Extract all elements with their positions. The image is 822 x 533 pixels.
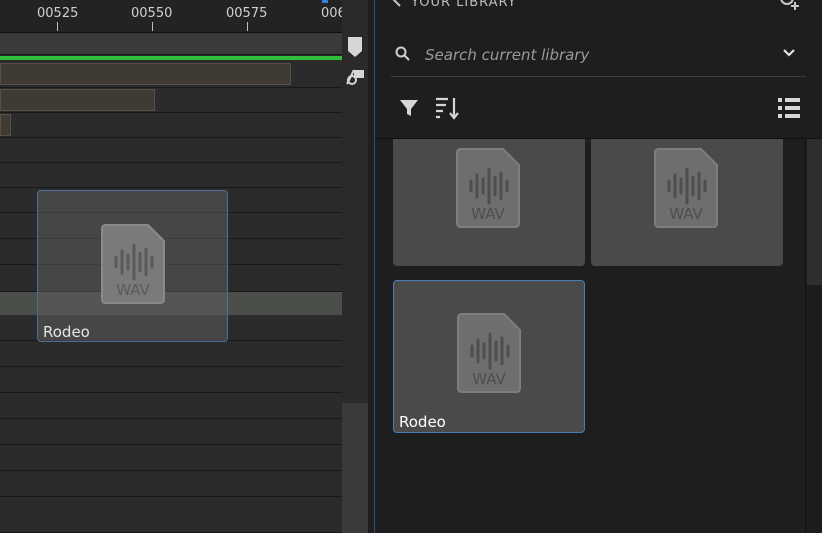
track-row[interactable] bbox=[0, 445, 342, 471]
library-grid: WAV WAV WAV Rodeo bbox=[375, 139, 805, 533]
ruler-tick-label: 006 bbox=[321, 6, 342, 21]
track-row[interactable] bbox=[0, 33, 342, 55]
sort-icon[interactable] bbox=[435, 96, 461, 120]
ruler-tick bbox=[152, 22, 153, 31]
track-row[interactable] bbox=[0, 367, 342, 393]
library-title: YOUR LIBRARY bbox=[411, 0, 517, 10]
search-input[interactable] bbox=[423, 42, 757, 68]
ruler-tick bbox=[57, 22, 58, 31]
file-type-label: WAV bbox=[472, 370, 506, 388]
drag-preview-label: Rodeo bbox=[43, 323, 90, 341]
audio-file-icon: WAV bbox=[457, 313, 521, 393]
timeline-ruler[interactable]: 00525 00550 00575 006 bbox=[0, 0, 342, 33]
drag-preview-card[interactable]: WAV Rodeo bbox=[37, 190, 228, 342]
track-row[interactable] bbox=[0, 497, 342, 533]
track-row[interactable] bbox=[0, 113, 342, 138]
ruler-tick-label: 00525 bbox=[37, 6, 79, 21]
strip-scroll-region[interactable] bbox=[342, 403, 368, 533]
library-item-selected[interactable]: WAV Rodeo bbox=[393, 280, 585, 433]
filter-icon[interactable] bbox=[399, 98, 419, 118]
timeline-panel: 00525 00550 00575 006 WAV Rodeo bbox=[0, 0, 342, 533]
playhead-marker[interactable] bbox=[322, 0, 328, 3]
library-search bbox=[391, 38, 806, 77]
scrollbar-thumb[interactable] bbox=[807, 139, 822, 285]
track-row[interactable] bbox=[0, 88, 342, 113]
add-user-icon[interactable] bbox=[777, 0, 803, 12]
list-view-icon[interactable] bbox=[777, 97, 801, 119]
library-scrollbar[interactable] bbox=[805, 139, 822, 533]
track-row[interactable] bbox=[0, 341, 342, 367]
track-row[interactable] bbox=[0, 419, 342, 445]
marker-icon[interactable] bbox=[347, 36, 363, 58]
track-row[interactable] bbox=[0, 138, 342, 163]
timeline-clip[interactable] bbox=[0, 89, 155, 111]
audio-file-icon: WAV bbox=[456, 148, 520, 228]
timeline-side-strip bbox=[342, 0, 368, 533]
audio-file-icon: WAV bbox=[101, 224, 165, 304]
library-item-label: Rodeo bbox=[399, 413, 446, 431]
library-panel: YOUR LIBRARY Search current library WAV … bbox=[375, 0, 822, 533]
chevron-down-icon[interactable] bbox=[782, 48, 796, 58]
search-icon bbox=[395, 46, 410, 61]
file-type-label: WAV bbox=[471, 205, 505, 223]
ruler-tick bbox=[247, 22, 248, 31]
library-item[interactable]: WAV bbox=[393, 139, 585, 266]
ruler-tick-label: 00575 bbox=[226, 6, 268, 21]
timeline-clip[interactable] bbox=[0, 114, 11, 136]
library-header: YOUR LIBRARY bbox=[375, 0, 822, 14]
file-type-label: WAV bbox=[669, 205, 703, 223]
track-row[interactable] bbox=[0, 60, 342, 88]
track-row[interactable] bbox=[0, 393, 342, 419]
audio-file-icon: WAV bbox=[654, 148, 718, 228]
library-item[interactable]: WAV bbox=[591, 139, 783, 266]
file-type-label: WAV bbox=[116, 281, 150, 299]
track-row[interactable] bbox=[0, 471, 342, 497]
chevron-left-icon[interactable] bbox=[391, 0, 403, 8]
flag-icon[interactable] bbox=[344, 66, 366, 86]
ruler-tick-label: 00550 bbox=[131, 6, 173, 21]
timeline-clip[interactable] bbox=[0, 63, 291, 85]
track-row[interactable] bbox=[0, 163, 342, 188]
